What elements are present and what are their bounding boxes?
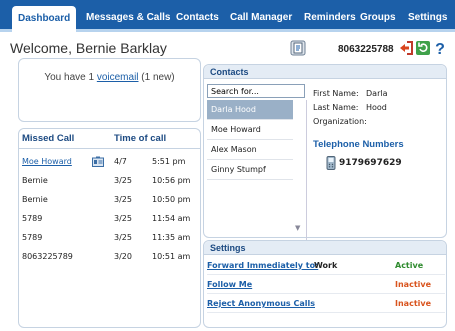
tab-dashboard[interactable]: Dashboard — [12, 6, 77, 32]
setting-status: Inactive — [395, 280, 432, 289]
last-name-value: Hood — [366, 103, 387, 112]
scroll-down-icon[interactable]: ▼ — [295, 224, 303, 232]
voicemail-summary: You have 1 voicemail (1 new) — [22, 72, 197, 83]
tab-messages-calls[interactable]: Messages & Calls — [80, 8, 177, 28]
first-name-value: Darla — [366, 89, 388, 98]
table-row[interactable]: 8063225789 3/20 10:51 am — [22, 248, 200, 266]
svg-text:?: ? — [435, 41, 445, 56]
contact-search-input[interactable] — [207, 84, 305, 98]
organization-label: Organization: — [313, 117, 367, 126]
refresh-icon[interactable] — [415, 40, 431, 56]
call-date: 3/25 — [114, 214, 132, 223]
caller-name[interactable]: Moe Howard — [22, 153, 72, 171]
tab-call-manager[interactable]: Call Manager — [224, 8, 298, 28]
time-of-call-column-header: Time of call — [114, 133, 167, 144]
account-phone-number: 8063225788 — [338, 44, 394, 55]
tab-groups[interactable]: Groups — [354, 8, 402, 28]
table-row[interactable]: Bernie 3/25 10:56 pm — [22, 172, 200, 190]
table-row[interactable]: Bernie 3/25 10:50 pm — [22, 191, 200, 209]
telephone-numbers-header: Telephone Numbers — [313, 139, 404, 150]
call-date: 3/25 — [114, 176, 132, 185]
phone-book-icon[interactable] — [290, 40, 306, 56]
settings-row: Forward Immediately to: Work Active — [207, 257, 445, 275]
call-date: 3/25 — [114, 195, 132, 204]
missed-call-column-header: Missed Call — [22, 133, 75, 144]
call-date: 3/25 — [114, 233, 132, 242]
call-date: 3/20 — [114, 252, 132, 261]
voicemail-prefix: You have 1 — [44, 72, 97, 83]
call-time: 11:54 am — [152, 214, 191, 223]
call-time: 11:35 am — [152, 233, 191, 242]
help-icon[interactable]: ? — [432, 40, 448, 56]
main-nav: Dashboard Messages & Calls Contacts Call… — [0, 0, 455, 32]
call-time: 10:51 am — [152, 252, 191, 261]
last-name-label: Last Name: — [313, 103, 359, 112]
exit-icon[interactable] — [398, 40, 414, 56]
caller-name: Bernie — [22, 176, 48, 185]
voicemail-new-count: (1 new) — [138, 72, 175, 83]
tab-contacts[interactable]: Contacts — [170, 8, 225, 28]
caller-name: 8063225789 — [22, 252, 73, 261]
contact-list-item[interactable]: Alex Mason — [207, 140, 293, 160]
caller-name: 5789 — [22, 214, 43, 223]
setting-name-link[interactable]: Forward Immediately to: — [207, 257, 318, 275]
contact-list: Darla Hood Moe Howard Alex Mason Ginny Stum… — [207, 100, 307, 240]
voicemail-link[interactable]: voicemail — [97, 72, 139, 83]
contact-list-item[interactable]: Moe Howard — [207, 120, 293, 140]
settings-row: Reject Anonymous Calls Inactive — [207, 295, 445, 313]
setting-name-link[interactable]: Follow Me — [207, 276, 252, 294]
contact-list-item[interactable]: Ginny Stumpf — [207, 160, 293, 180]
setting-name-link[interactable]: Reject Anonymous Calls — [207, 295, 315, 313]
call-time: 10:56 pm — [152, 176, 191, 185]
call-time: 5:51 pm — [152, 157, 186, 166]
settings-row: Follow Me Inactive — [207, 276, 445, 294]
setting-value: Work — [314, 261, 338, 270]
call-date: 4/7 — [114, 157, 127, 166]
welcome-message: Welcome, Bernie Barklay — [10, 40, 167, 56]
table-row[interactable]: 5789 3/25 11:35 am — [22, 229, 200, 247]
setting-status: Inactive — [395, 299, 432, 308]
table-row[interactable]: Moe Howard 4/7 5:51 pm — [22, 153, 200, 171]
caller-name: Bernie — [22, 195, 48, 204]
settings-panel-title: Settings — [204, 241, 446, 255]
setting-status: Active — [395, 261, 424, 270]
contact-list-item[interactable]: Darla Hood — [207, 100, 293, 120]
first-name-label: First Name: — [313, 89, 359, 98]
tab-reminders[interactable]: Reminders — [298, 8, 362, 28]
telephone-number[interactable]: 9179697629 — [339, 158, 402, 168]
tab-settings[interactable]: Settings — [402, 8, 453, 28]
table-row[interactable]: 5789 3/25 11:54 am — [22, 210, 200, 228]
call-time: 10:50 pm — [152, 195, 191, 204]
contacts-panel-title: Contacts — [204, 65, 446, 79]
voicemail-panel — [18, 58, 201, 122]
mobile-phone-icon — [326, 156, 336, 170]
caller-name: 5789 — [22, 233, 43, 242]
